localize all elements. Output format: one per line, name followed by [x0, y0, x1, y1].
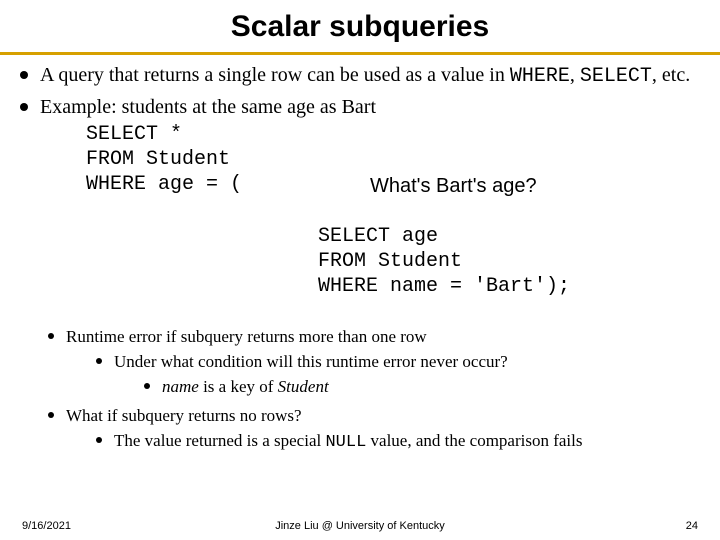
bullet-1-code2: SELECT [580, 65, 652, 88]
sub-bullets: Runtime error if subquery returns more t… [18, 312, 702, 461]
bullet-1-mid: , [570, 64, 580, 86]
bullet-2: Example: students at the same age as Bar… [18, 95, 702, 197]
sub-2a-tail: value, and the comparison fails [366, 431, 582, 450]
sub-1a-i-mid: is a key of [199, 377, 278, 396]
sub-1a-i: name is a key of Student [142, 376, 702, 399]
bullet-2-text: Example: students at the same age as Bar… [40, 96, 376, 118]
sub-1a-i-student: Student [278, 377, 329, 396]
sub-2a-lead: The value returned is a special [114, 431, 325, 450]
footer-date: 9/16/2021 [22, 520, 71, 532]
bullet-1: A query that returns a single row can be… [18, 63, 702, 89]
slide-title: Scalar subqueries [0, 0, 720, 52]
sub-2-text: What if subquery returns no rows? [66, 406, 302, 425]
title-rule [0, 52, 720, 55]
bullet-1-lead: A query that returns a single row can be… [40, 64, 510, 86]
sub-1-text: Runtime error if subquery returns more t… [66, 327, 427, 346]
sub-1a-i-name: name [162, 377, 199, 396]
footer: 9/16/2021 Jinze Liu @ University of Kent… [0, 520, 720, 532]
footer-mid: Jinze Liu @ University of Kentucky [0, 520, 720, 532]
bullet-1-tail: , etc. [652, 64, 690, 86]
sub-2a-code: NULL [325, 433, 366, 452]
bullet-1-code1: WHERE [510, 65, 570, 88]
sub-1a-text: Under what condition will this runtime e… [114, 352, 508, 371]
callout-question: What's Bart's age? [370, 175, 537, 198]
code-subquery: SELECT age FROM Student WHERE name = 'Ba… [318, 224, 570, 299]
sub-1: Runtime error if subquery returns more t… [46, 326, 702, 399]
sub-1a: Under what condition will this runtime e… [94, 351, 702, 399]
sub-2: What if subquery returns no rows? The va… [46, 405, 702, 455]
slide-content: A query that returns a single row can be… [0, 63, 720, 197]
footer-page: 24 [686, 520, 698, 532]
sub-2a: The value returned is a special NULL val… [94, 430, 702, 455]
